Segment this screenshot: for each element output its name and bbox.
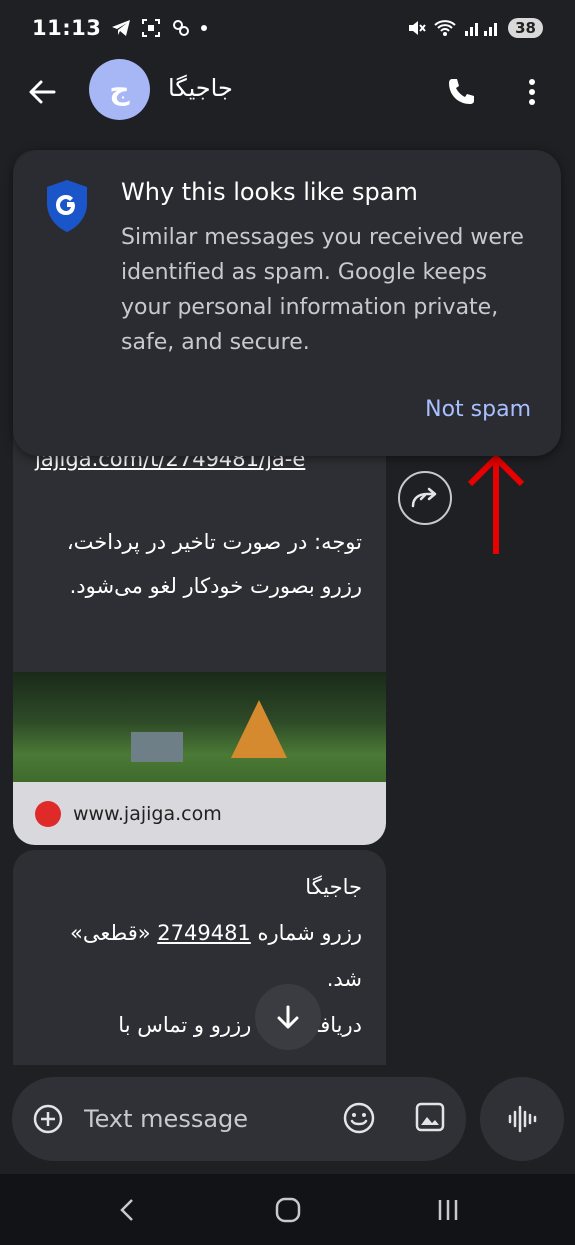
signal-icon — [465, 23, 498, 36]
link-preview-domain: www.jajiga.com — [73, 802, 222, 825]
more-vertical-icon[interactable] — [520, 74, 544, 110]
conversation-header: ج جاجیگا — [0, 56, 575, 126]
status-bar: 11:13 38 — [0, 0, 575, 56]
emoji-icon[interactable] — [342, 1101, 376, 1135]
scroll-down-button[interactable] — [255, 984, 321, 1050]
image-tent — [231, 700, 287, 758]
phone-icon[interactable] — [443, 74, 479, 110]
nav-back-icon[interactable] — [108, 1194, 148, 1226]
system-status-icons: 38 — [406, 18, 543, 38]
nav-home-icon[interactable] — [268, 1194, 308, 1226]
contact-avatar[interactable]: ج — [89, 59, 150, 120]
spam-info-popup: Why this looks like spam Similar message… — [13, 150, 561, 456]
popup-body: Similar messages you received were ident… — [121, 225, 524, 355]
add-circle-icon[interactable] — [32, 1103, 64, 1135]
message-text: توجه: در صورت تاخیر در پرداخت، رزرو بصور… — [66, 530, 362, 598]
battery-badge: 38 — [508, 18, 543, 38]
voice-waveform-icon — [508, 1105, 537, 1133]
mute-icon — [409, 21, 426, 35]
link-preview-image[interactable] — [13, 672, 386, 782]
arrow-down-icon — [277, 1005, 299, 1029]
gallery-icon[interactable] — [414, 1101, 446, 1133]
link-preview-bar[interactable]: www.jajiga.com — [13, 782, 386, 845]
notification-icons — [111, 18, 208, 38]
status-time: 11:13 — [32, 16, 102, 40]
jajiga-favicon-icon — [35, 800, 61, 827]
reservation-number-link[interactable]: 2749481 — [157, 921, 251, 945]
message-text-part: رزرو شماره — [250, 921, 362, 945]
scan-icon — [142, 19, 161, 37]
message-text-part: «قطعی» — [69, 921, 158, 945]
google-shield-icon — [47, 180, 87, 232]
image-hut — [131, 732, 183, 762]
message-bubble[interactable]: جاجیگا رزرو شماره 2749481 «قطعی» شد. دری… — [13, 850, 386, 1065]
nav-recents-icon[interactable] — [428, 1194, 468, 1226]
not-spam-button[interactable]: Not spam — [425, 397, 531, 422]
back-arrow-icon[interactable] — [24, 74, 60, 110]
system-navigation-bar — [0, 1174, 575, 1245]
message-composer — [12, 1077, 466, 1161]
wifi-icon — [434, 20, 456, 36]
notification-dot — [201, 25, 208, 31]
contact-name[interactable]: جاجیگا — [168, 74, 233, 102]
message-line: جاجیگا — [305, 875, 362, 899]
popup-title: Why this looks like spam — [121, 178, 418, 206]
voice-message-button[interactable] — [480, 1077, 564, 1161]
forward-button[interactable] — [398, 471, 452, 525]
telegram-icon — [112, 20, 131, 36]
forward-icon — [411, 487, 437, 508]
annotation-arrow-up-icon — [467, 453, 525, 554]
message-line: رزرو شماره 2749481 «قطعی» — [22, 910, 362, 956]
app-icon — [173, 20, 190, 36]
text-message-input[interactable] — [84, 1097, 324, 1141]
